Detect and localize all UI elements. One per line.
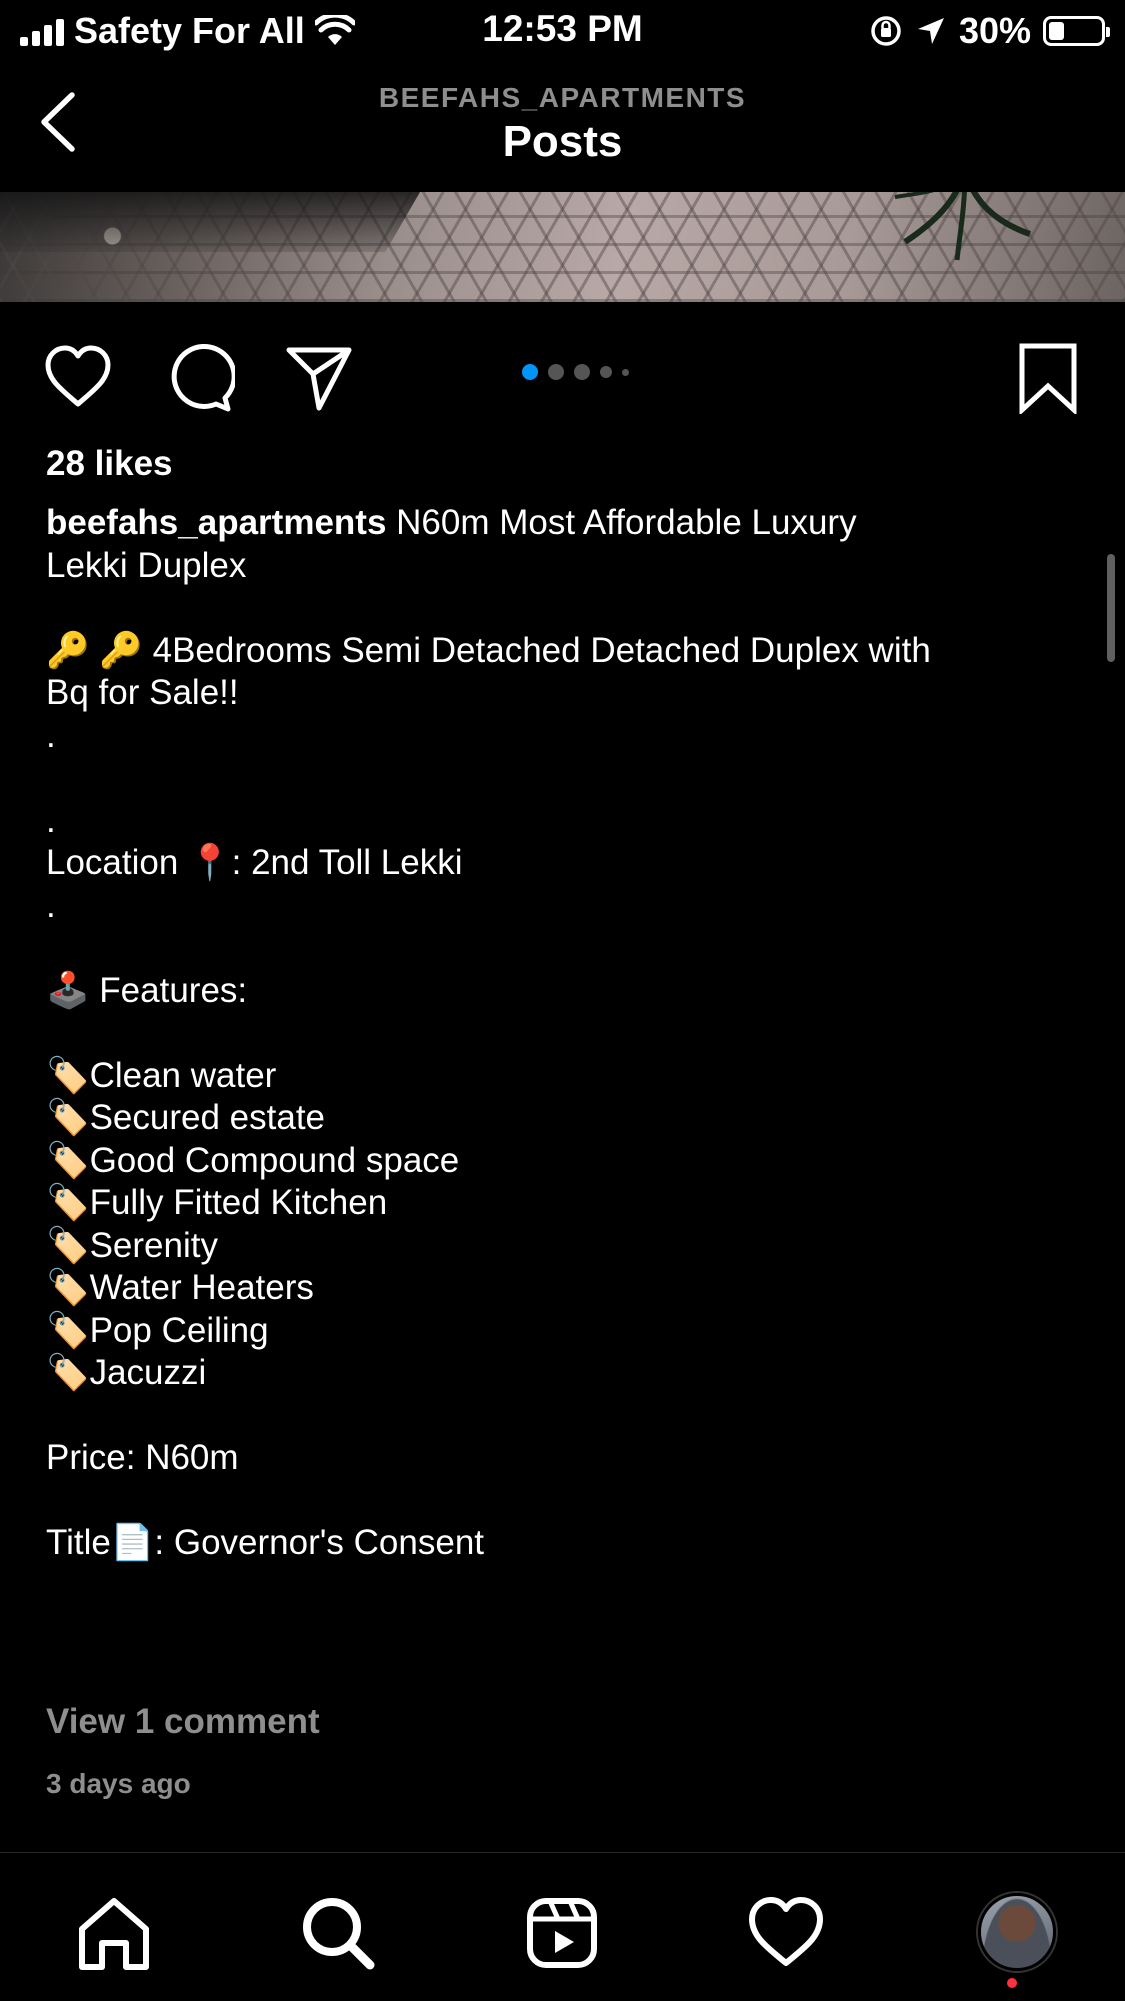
post-timestamp: 3 days ago [46, 1768, 191, 1799]
battery-icon [1043, 16, 1110, 46]
share-paper-plane-icon[interactable] [283, 342, 355, 414]
notification-dot [1007, 1978, 1017, 1988]
status-right: 30% [869, 10, 1110, 52]
carousel-dot [548, 364, 564, 380]
post-caption: beefahs_apartments N60m Most Affordable … [46, 502, 1086, 1565]
carousel-dot [600, 366, 612, 378]
account-name[interactable]: BEEFAHS_APARTMENTS [0, 82, 1125, 114]
profile-avatar[interactable] [978, 1893, 1056, 1971]
view-comments-link[interactable]: View 1 comment [46, 1702, 320, 1742]
battery-percentage: 30% [958, 10, 1031, 51]
comment-bubble-icon[interactable] [163, 342, 235, 414]
likes-count[interactable]: 28 likes [46, 444, 173, 484]
carousel-dot [622, 368, 629, 376]
image-shadow [0, 192, 421, 252]
instagram-post-screen: Safety For All 12:53 PM 30% BEEFAHS_APAR… [0, 0, 1125, 2001]
post-image[interactable] [0, 192, 1125, 302]
palm-leaves [894, 192, 1031, 261]
bottom-tab-bar [0, 1852, 1125, 2001]
activity-heart-icon[interactable] [746, 1893, 826, 1973]
carousel-dot [522, 364, 538, 380]
home-icon[interactable] [74, 1893, 154, 1973]
orientation-lock-icon [871, 16, 901, 46]
save-bookmark-icon[interactable] [1012, 342, 1084, 414]
reels-icon[interactable] [522, 1893, 602, 1973]
scroll-indicator [1107, 554, 1115, 662]
like-heart-icon[interactable] [42, 342, 114, 414]
carousel-dot [574, 364, 590, 380]
caption-username[interactable]: beefahs_apartments [46, 503, 386, 542]
carousel-indicator [522, 364, 629, 380]
battery-level [1049, 22, 1064, 40]
search-icon[interactable] [298, 1893, 378, 1973]
status-bar: Safety For All 12:53 PM 30% [0, 0, 1125, 62]
header: BEEFAHS_APARTMENTS Posts [0, 62, 1125, 192]
page-title: Posts [502, 117, 623, 166]
location-arrow-icon [917, 18, 944, 44]
caption-text: N60m Most Affordable Luxury Lekki Duplex… [46, 503, 931, 1562]
